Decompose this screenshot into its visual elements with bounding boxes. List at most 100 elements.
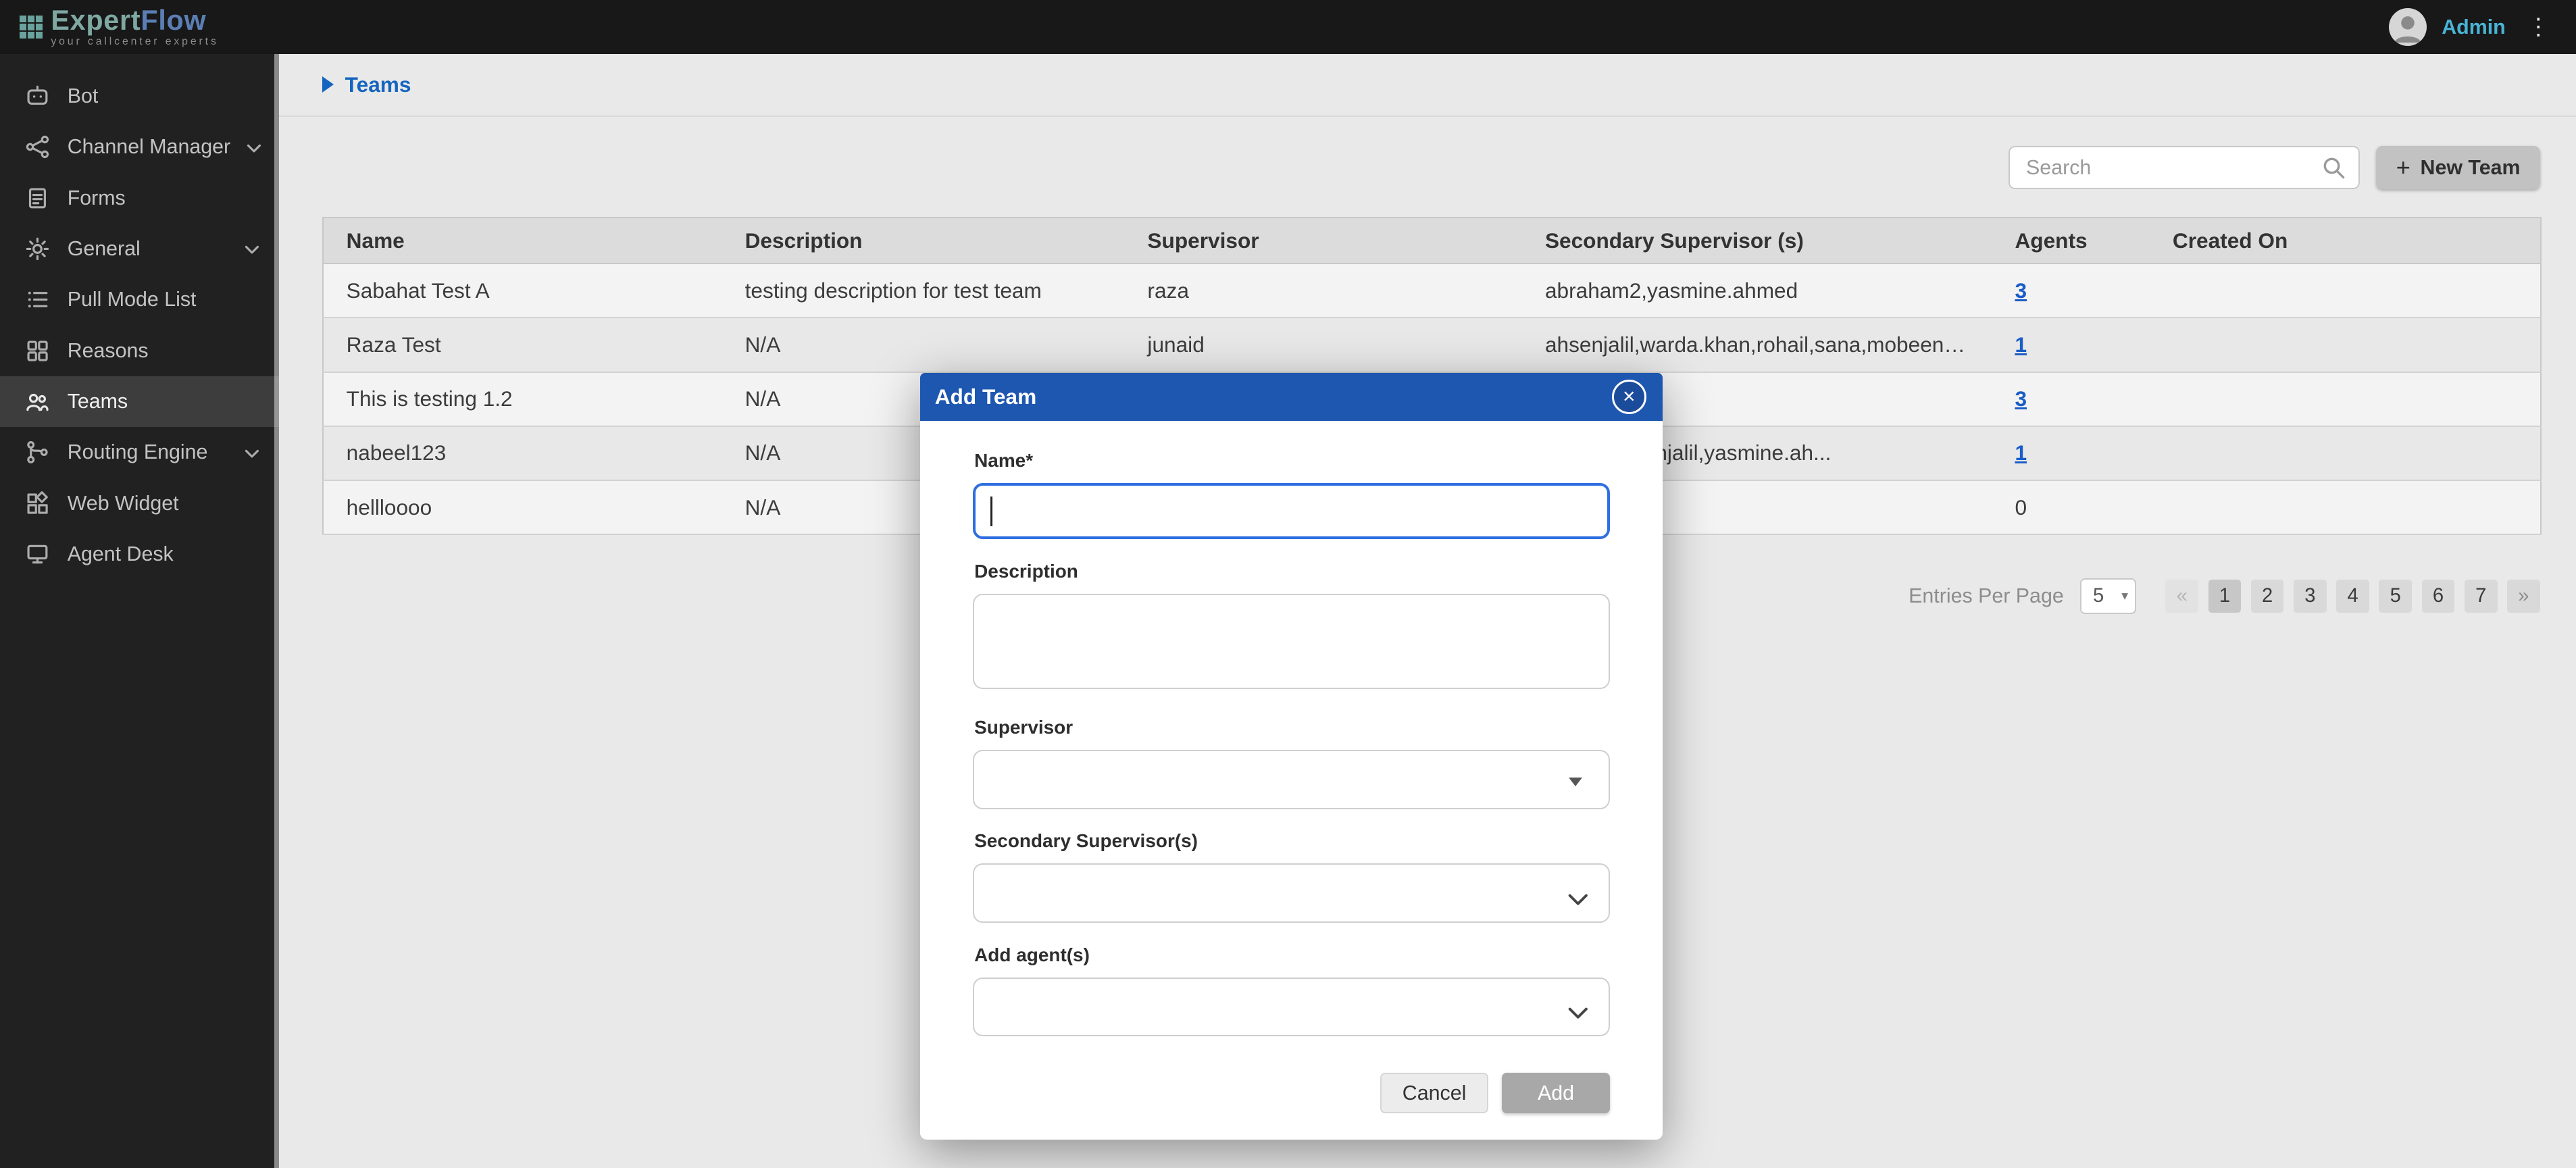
agents-count-link[interactable]: 3 bbox=[2015, 386, 2027, 411]
agents-count: 0 bbox=[2015, 495, 2027, 519]
description-field-label: Description bbox=[974, 561, 1610, 582]
sidebar-item-label: Pull Mode List bbox=[68, 288, 263, 311]
sidebar-item-label: General bbox=[68, 237, 228, 261]
secondary-supervisor-field-label: Secondary Supervisor(s) bbox=[974, 830, 1610, 852]
entries-per-page-value: 5 bbox=[2093, 585, 2104, 607]
supervisor-field-label: Supervisor bbox=[974, 717, 1610, 738]
brand-grid-icon bbox=[20, 16, 43, 39]
sidebar-item-label: Routing Engine bbox=[68, 440, 228, 464]
avatar[interactable] bbox=[2389, 8, 2427, 46]
brand-name-primary: Expert bbox=[51, 5, 141, 36]
cell-supervisor: raza bbox=[1124, 263, 1522, 318]
supervisor-select[interactable] bbox=[973, 750, 1611, 809]
search-input[interactable] bbox=[2009, 146, 2360, 188]
sidebar-item-channel-manager[interactable]: Channel Manager bbox=[0, 122, 279, 172]
cell-name: hellloooo bbox=[323, 480, 722, 534]
cell-secondary-supervisor: ahsenjalil,warda.khan,rohail,sana,mobeen… bbox=[1522, 318, 1992, 372]
cell-supervisor: junaid bbox=[1124, 318, 1522, 372]
list-icon bbox=[24, 286, 51, 313]
agents-count-link[interactable]: 3 bbox=[2015, 278, 2027, 303]
column-header-agents: Agents bbox=[1992, 218, 2149, 263]
cell-created-on bbox=[2150, 480, 2541, 534]
brand-tagline: your callcenter experts bbox=[51, 36, 218, 47]
table-header-row: Name Description Supervisor Secondary Su… bbox=[323, 218, 2541, 263]
column-header-name: Name bbox=[323, 218, 722, 263]
kebab-menu-icon[interactable]: ⋮ bbox=[2521, 16, 2556, 39]
page-button-1[interactable]: 1 bbox=[2208, 580, 2242, 613]
plus-icon: + bbox=[2396, 155, 2410, 180]
routing-engine-icon bbox=[24, 439, 51, 465]
sidebar-item-bot[interactable]: Bot bbox=[0, 71, 279, 122]
new-team-button-label: New Team bbox=[2421, 156, 2521, 180]
sidebar-item-label: Forms bbox=[68, 186, 263, 210]
entries-per-page-select[interactable]: 5 ▾ bbox=[2080, 578, 2136, 615]
name-field-label: Name* bbox=[974, 450, 1610, 472]
page-button-3[interactable]: 3 bbox=[2294, 580, 2327, 613]
sidebar-item-pull-mode-list[interactable]: Pull Mode List bbox=[0, 274, 279, 325]
chevron-down-icon bbox=[1567, 998, 1589, 1028]
add-team-modal: Add Team × Name* Description Supervisor … bbox=[920, 373, 1663, 1140]
page-button-2[interactable]: 2 bbox=[2251, 580, 2284, 613]
page-button-4[interactable]: 4 bbox=[2336, 580, 2369, 613]
widget-icon bbox=[24, 490, 51, 517]
expander-triangle-icon bbox=[322, 76, 334, 93]
sidebar-item-forms[interactable]: Forms bbox=[0, 172, 279, 223]
brand-name-secondary: Flow bbox=[141, 5, 206, 36]
sidebar-item-label: Web Widget bbox=[68, 492, 263, 515]
secondary-supervisor-select[interactable] bbox=[973, 863, 1611, 923]
table-row[interactable]: Sabahat Test A testing description for t… bbox=[323, 263, 2541, 318]
sidebar-item-general[interactable]: General bbox=[0, 224, 279, 274]
agents-count-link[interactable]: 1 bbox=[2015, 332, 2027, 357]
column-header-created-on: Created On bbox=[2150, 218, 2541, 263]
gear-icon bbox=[24, 236, 51, 262]
cell-name: Raza Test bbox=[323, 318, 722, 372]
page-button-6[interactable]: 6 bbox=[2422, 580, 2455, 613]
breadcrumb-bar: Teams bbox=[279, 54, 2576, 116]
team-description-textarea[interactable] bbox=[973, 594, 1611, 689]
page-next-button[interactable]: » bbox=[2507, 580, 2540, 613]
cell-name: This is testing 1.2 bbox=[323, 372, 722, 426]
forms-icon bbox=[24, 185, 51, 211]
sidebar-item-web-widget[interactable]: Web Widget bbox=[0, 478, 279, 529]
sidebar-item-teams[interactable]: Teams bbox=[0, 376, 279, 427]
sidebar-item-label: Channel Manager bbox=[68, 135, 230, 159]
chevron-down-icon: ▾ bbox=[2121, 588, 2128, 604]
sidebar-item-label: Bot bbox=[68, 84, 263, 108]
user-name[interactable]: Admin bbox=[2442, 16, 2506, 39]
page-prev-button[interactable]: « bbox=[2165, 580, 2198, 613]
add-agents-field-label: Add agent(s) bbox=[974, 944, 1610, 966]
modal-header: Add Team × bbox=[920, 373, 1663, 421]
add-button[interactable]: Add bbox=[1502, 1073, 1611, 1114]
column-header-description: Description bbox=[722, 218, 1125, 263]
new-team-button[interactable]: + New Team bbox=[2376, 146, 2540, 188]
breadcrumb-label: Teams bbox=[345, 72, 411, 97]
column-header-supervisor: Supervisor bbox=[1124, 218, 1522, 263]
sidebar-item-reasons[interactable]: Reasons bbox=[0, 325, 279, 376]
team-name-input[interactable] bbox=[973, 483, 1611, 539]
sidebar-item-routing-engine[interactable]: Routing Engine bbox=[0, 427, 279, 478]
agents-count-link[interactable]: 1 bbox=[2015, 440, 2027, 465]
breadcrumb[interactable]: Teams bbox=[322, 72, 411, 97]
brand-logo: ExpertFlow your callcenter experts bbox=[20, 7, 219, 47]
page-button-5[interactable]: 5 bbox=[2379, 580, 2412, 613]
teams-icon bbox=[24, 388, 51, 415]
cancel-button[interactable]: Cancel bbox=[1380, 1073, 1489, 1114]
modal-body: Name* Description Supervisor Secondary S… bbox=[920, 421, 1663, 1140]
modal-footer: Cancel Add bbox=[973, 1073, 1611, 1114]
chevron-down-icon bbox=[1567, 885, 1589, 915]
sidebar: Bot Channel Manager Forms General bbox=[0, 54, 279, 1168]
column-header-secondary-supervisor: Secondary Supervisor (s) bbox=[1522, 218, 1992, 263]
page-button-7[interactable]: 7 bbox=[2465, 580, 2498, 613]
cell-created-on bbox=[2150, 426, 2541, 480]
user-icon bbox=[2389, 8, 2427, 46]
sidebar-item-label: Teams bbox=[68, 390, 263, 413]
sidebar-item-label: Agent Desk bbox=[68, 542, 263, 566]
chevron-down-icon bbox=[247, 135, 261, 159]
chevron-down-icon bbox=[245, 440, 259, 464]
chevron-down-icon bbox=[245, 237, 259, 261]
cell-created-on bbox=[2150, 318, 2541, 372]
close-icon[interactable]: × bbox=[1612, 380, 1646, 414]
sidebar-item-agent-desk[interactable]: Agent Desk bbox=[0, 529, 279, 580]
add-agents-select[interactable] bbox=[973, 977, 1611, 1037]
table-row[interactable]: Raza Test N/A junaid ahsenjalil,warda.kh… bbox=[323, 318, 2541, 372]
